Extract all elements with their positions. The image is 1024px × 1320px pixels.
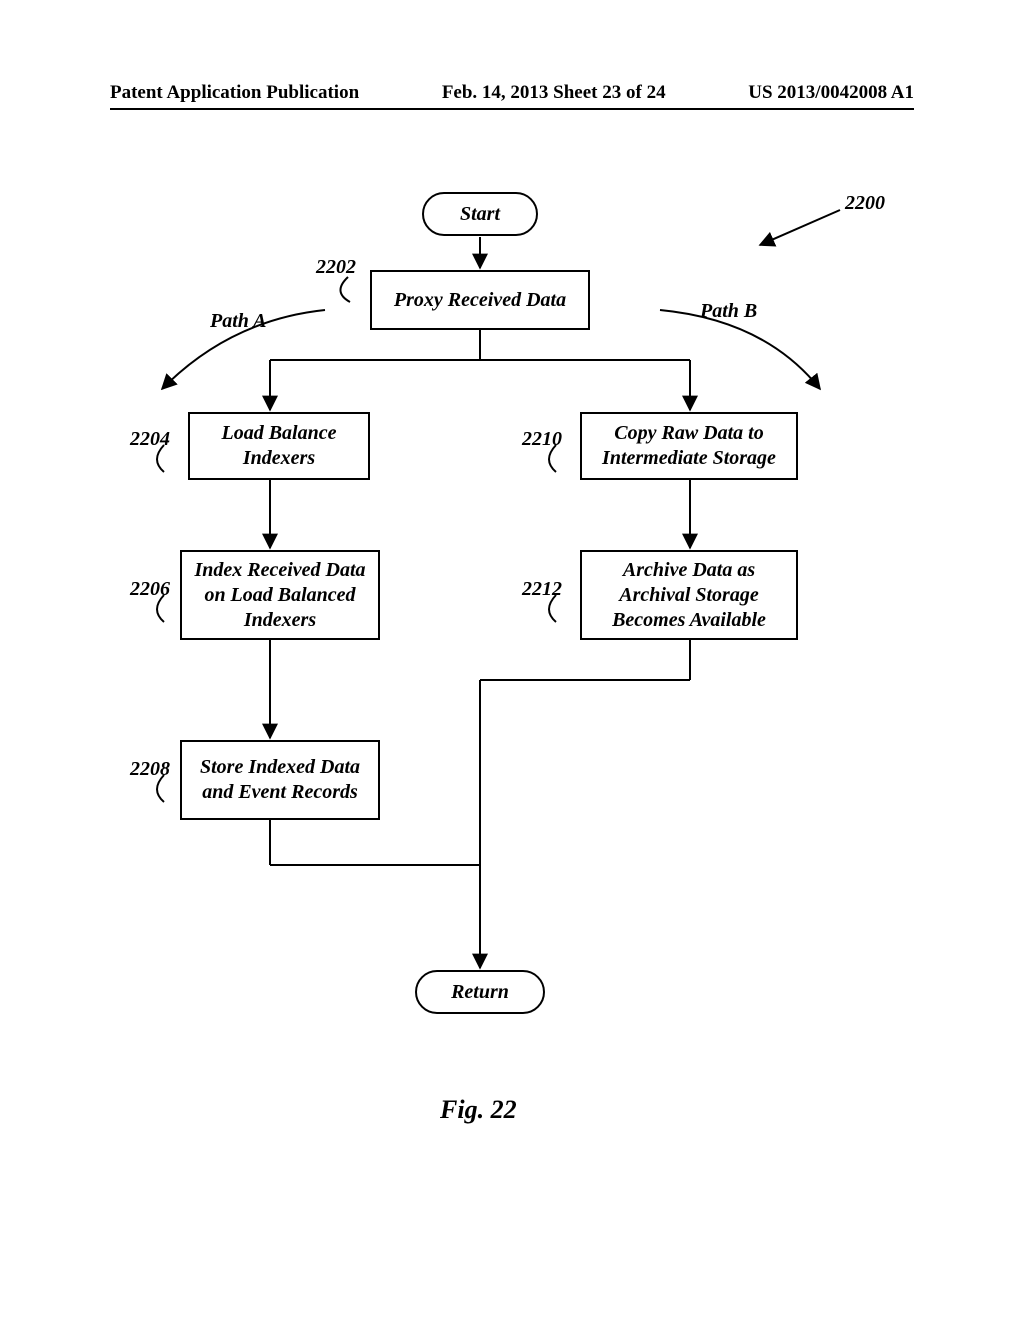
terminator-start: Start <box>422 192 538 236</box>
ref-2200: 2200 <box>845 192 885 215</box>
ref-2208: 2208 <box>130 758 170 781</box>
process-proxy-received-data: Proxy Received Data <box>370 270 590 330</box>
process-store-indexed-data: Store Indexed Data and Event Records <box>180 740 380 820</box>
figure-caption: Fig. 22 <box>440 1095 517 1125</box>
process-index-received-data: Index Received Data on Load Balanced Ind… <box>180 550 380 640</box>
ref-2210: 2210 <box>522 428 562 451</box>
path-b-label: Path B <box>700 300 757 323</box>
process-archive-data: Archive Data as Archival Storage Becomes… <box>580 550 798 640</box>
process-load-balance-indexers: Load Balance Indexers <box>188 412 370 480</box>
ref-2204: 2204 <box>130 428 170 451</box>
ref-2202: 2202 <box>316 256 356 279</box>
terminator-return: Return <box>415 970 545 1014</box>
process-copy-raw-data: Copy Raw Data to Intermediate Storage <box>580 412 798 480</box>
path-a-label: Path A <box>210 310 267 333</box>
ref-2206: 2206 <box>130 578 170 601</box>
ref-2212: 2212 <box>522 578 562 601</box>
